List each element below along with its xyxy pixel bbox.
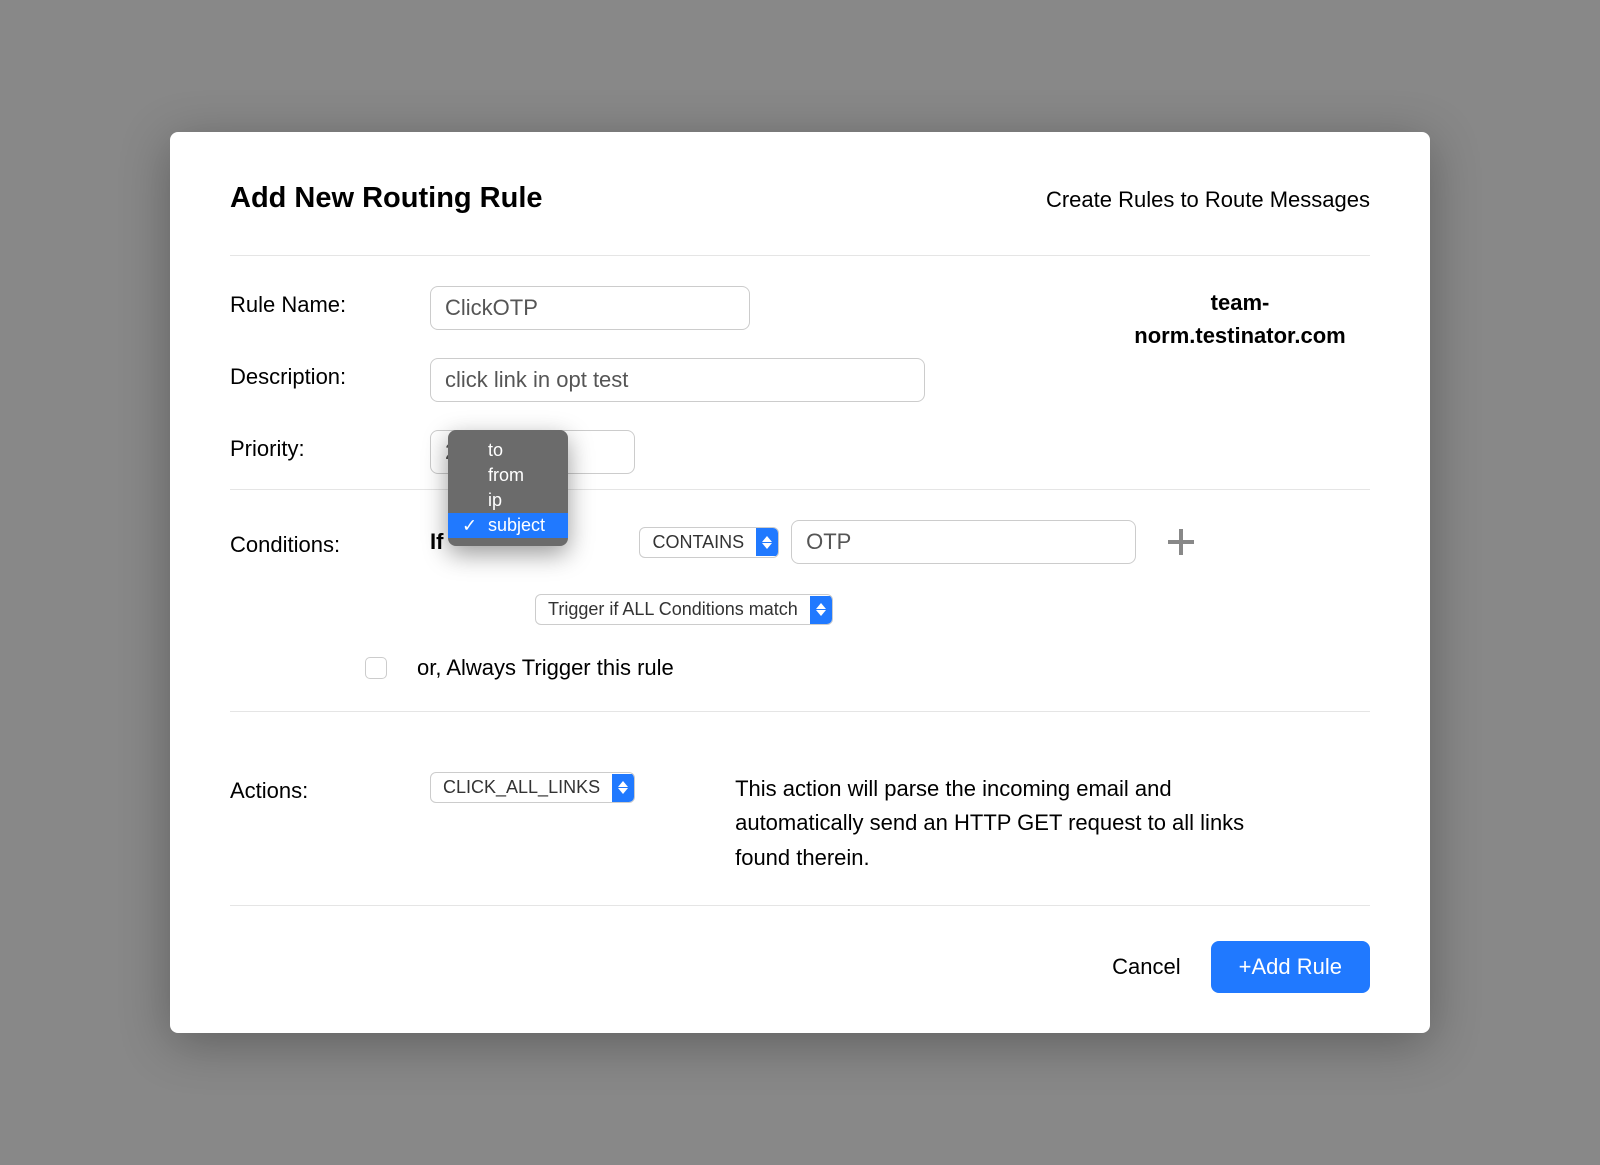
trigger-mode-text: Trigger if ALL Conditions match — [536, 595, 810, 624]
operator-select-text: CONTAINS — [640, 528, 756, 557]
routing-rule-modal: Add New Routing Rule Create Rules to Rou… — [170, 132, 1430, 1032]
action-select-text: CLICK_ALL_LINKS — [431, 773, 612, 802]
divider-1 — [230, 489, 1370, 490]
conditions-label: Conditions: — [230, 526, 430, 558]
actions-label: Actions: — [230, 772, 430, 804]
priority-label: Priority: — [230, 430, 430, 462]
rule-name-label: Rule Name: — [230, 286, 430, 318]
always-trigger-checkbox[interactable] — [365, 657, 387, 679]
priority-row: Priority: — [230, 430, 1370, 474]
description-input[interactable] — [430, 358, 925, 402]
modal-title: Add New Routing Rule — [230, 182, 543, 215]
always-trigger-row: or, Always Trigger this rule — [365, 655, 1370, 681]
dropdown-option-from[interactable]: from — [448, 463, 568, 488]
field-dropdown-popup: to from ip ✓ subject — [448, 430, 568, 546]
divider-2 — [230, 711, 1370, 712]
trigger-mode-row: Trigger if ALL Conditions match — [535, 594, 1370, 625]
select-arrows-icon — [756, 528, 778, 556]
dropdown-option-subject[interactable]: ✓ subject — [448, 513, 568, 538]
cancel-button[interactable]: Cancel — [1112, 954, 1180, 980]
modal-header: Add New Routing Rule Create Rules to Rou… — [230, 182, 1370, 256]
action-select[interactable]: CLICK_ALL_LINKS — [430, 772, 635, 803]
operator-select[interactable]: CONTAINS — [639, 527, 779, 558]
modal-footer: Cancel +Add Rule — [230, 905, 1370, 993]
add-rule-button[interactable]: +Add Rule — [1211, 941, 1370, 993]
rule-name-row: Rule Name: team-norm.testinator.com — [230, 286, 1370, 330]
modal-subtitle: Create Rules to Route Messages — [1046, 187, 1370, 213]
conditions-row: Conditions: If to from ip ✓ subject CONT… — [230, 520, 1370, 564]
rule-name-input[interactable] — [430, 286, 750, 330]
action-description: This action will parse the incoming emai… — [735, 772, 1245, 874]
form-body: Rule Name: team-norm.testinator.com Desc… — [230, 256, 1370, 874]
add-condition-button[interactable] — [1166, 527, 1196, 557]
trigger-mode-select[interactable]: Trigger if ALL Conditions match — [535, 594, 833, 625]
domain-info: team-norm.testinator.com — [1110, 286, 1370, 352]
if-prefix: If — [430, 529, 443, 555]
description-label: Description: — [230, 358, 430, 390]
always-trigger-label: or, Always Trigger this rule — [417, 655, 674, 681]
condition-value-input[interactable] — [791, 520, 1136, 564]
description-row: Description: — [230, 358, 1370, 402]
select-arrows-icon — [810, 596, 832, 624]
dropdown-option-to[interactable]: to — [448, 438, 568, 463]
checkmark-icon: ✓ — [462, 515, 477, 536]
dropdown-option-ip[interactable]: ip — [448, 488, 568, 513]
actions-row: Actions: CLICK_ALL_LINKS This action wil… — [230, 742, 1370, 874]
select-arrows-icon — [612, 774, 634, 802]
plus-icon — [1166, 527, 1196, 557]
